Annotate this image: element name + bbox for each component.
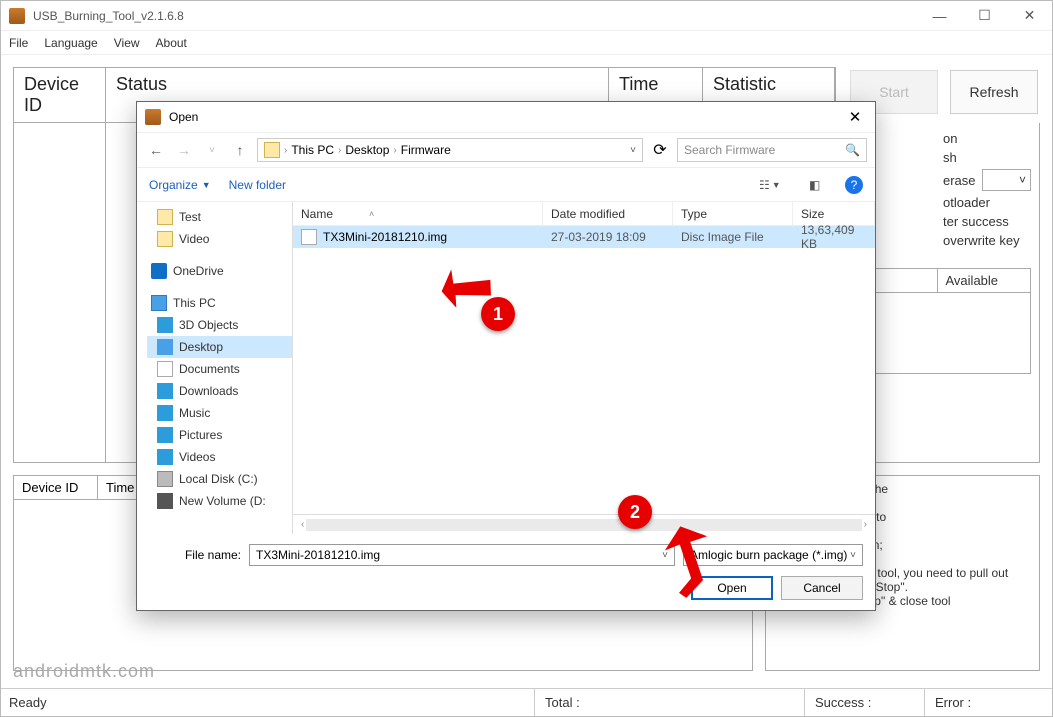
nav-tree[interactable]: TestVideo OneDrive This PC3D ObjectsDeskto…	[137, 202, 293, 534]
thispc-icon	[151, 295, 167, 311]
ext-icon	[157, 493, 173, 509]
status-ready: Ready	[9, 695, 534, 710]
open-dialog: Open ✕ ← → ˅ ↑ › This PC › Desktop › Fir…	[136, 101, 876, 611]
sort-asc-icon: ˄	[369, 209, 374, 219]
close-button[interactable]: ✕	[1007, 1, 1052, 31]
col-available: Available	[938, 269, 1031, 293]
tree-item-pictures[interactable]: Pictures	[147, 424, 292, 446]
tree-item-new-volume-d-[interactable]: New Volume (D:	[147, 490, 292, 512]
preview-pane-icon[interactable]: ◧	[809, 176, 827, 194]
filename-dd-icon[interactable]: ˅	[662, 550, 668, 561]
vid-icon	[157, 449, 173, 465]
mini-col-deviceid: Device ID	[14, 476, 98, 500]
statusbar: Ready Total : Success : Error :	[1, 688, 1052, 716]
nav-refresh-icon[interactable]: ⟳	[649, 139, 671, 161]
opt-text: sh	[943, 150, 957, 165]
file-row[interactable]: TX3Mini-20181210.img 27-03-2019 18:09 Di…	[293, 226, 875, 248]
cancel-button[interactable]: Cancel	[781, 576, 863, 600]
dialog-close-button[interactable]: ✕	[835, 102, 875, 132]
crumb-firmware[interactable]: Firmware	[401, 143, 451, 157]
erase-select-label: erase	[943, 173, 976, 188]
disk-icon	[157, 471, 173, 487]
folder-icon	[157, 231, 173, 247]
tree-item-desktop[interactable]: Desktop	[147, 336, 292, 358]
onedrive-icon	[151, 263, 167, 279]
col-name[interactable]: Name˄	[293, 202, 543, 225]
file-icon	[301, 229, 317, 245]
dialog-icon	[145, 109, 161, 125]
search-icon: 🔍	[845, 143, 860, 157]
new-folder-button[interactable]: New folder	[229, 178, 286, 192]
view-options-icon[interactable]: ☷ ▼	[759, 176, 791, 194]
tree-item-test[interactable]: Test	[147, 206, 292, 228]
breadcrumb[interactable]: › This PC › Desktop › Firmware ˅	[257, 138, 643, 162]
status-success: Success :	[804, 689, 924, 716]
window-title: USB_Burning_Tool_v2.1.6.8	[33, 9, 917, 23]
refresh-button[interactable]: Refresh	[950, 70, 1038, 114]
tree-item-this-pc[interactable]: This PC	[147, 292, 292, 314]
down-icon	[157, 383, 173, 399]
file-name-input[interactable]: TX3Mini-20181210.img˅	[249, 544, 675, 566]
tree-item-videos[interactable]: Videos	[147, 446, 292, 468]
crumb-this-pc[interactable]: This PC	[291, 143, 334, 157]
music-icon	[157, 405, 173, 421]
pic-icon	[157, 427, 173, 443]
opt-after-success: ter success	[943, 214, 1009, 229]
titlebar: USB_Burning_Tool_v2.1.6.8 — ☐ ✕	[1, 1, 1052, 31]
menu-view[interactable]: View	[114, 36, 140, 50]
scroll-left-icon[interactable]: ‹	[301, 519, 304, 530]
menu-about[interactable]: About	[156, 36, 187, 50]
app-icon	[9, 8, 25, 24]
col-device-id: Device ID	[14, 68, 106, 122]
nav-forward-icon[interactable]: →	[173, 139, 195, 161]
erase-select[interactable]: ˅	[982, 169, 1031, 191]
opt-bootloader: otloader	[943, 195, 990, 210]
crumb-desktop[interactable]: Desktop	[345, 143, 389, 157]
search-input[interactable]: Search Firmware 🔍	[677, 138, 867, 162]
tree-item-local-disk-c-[interactable]: Local Disk (C:)	[147, 468, 292, 490]
scroll-right-icon[interactable]: ›	[864, 519, 867, 530]
folder-icon	[157, 209, 173, 225]
folder-icon	[264, 142, 280, 158]
col-type[interactable]: Type	[673, 202, 793, 225]
tree-item-music[interactable]: Music	[147, 402, 292, 424]
help-icon[interactable]: ?	[845, 176, 863, 194]
col-size[interactable]: Size	[793, 202, 875, 225]
minimize-button[interactable]: —	[917, 1, 962, 31]
horizontal-scrollbar[interactable]: ‹ ›	[293, 514, 875, 534]
organize-button[interactable]: Organize ▼	[149, 178, 211, 192]
nav-up-icon[interactable]: ↑	[229, 139, 251, 161]
file-list: Name˄ Date modified Type Size TX3Mini-20…	[293, 202, 875, 534]
blue-icon	[157, 317, 173, 333]
tree-item-video[interactable]: Video	[147, 228, 292, 250]
watermark: androidmtk.com	[13, 661, 155, 682]
opt-overwrite: overwrite key	[943, 233, 1020, 248]
tree-item-downloads[interactable]: Downloads	[147, 380, 292, 402]
maximize-button[interactable]: ☐	[962, 1, 1007, 31]
open-button[interactable]: Open	[691, 576, 773, 600]
desktop-icon	[157, 339, 173, 355]
tree-item-onedrive[interactable]: OneDrive	[147, 260, 292, 282]
crumb-dropdown-icon[interactable]: ˅	[630, 145, 636, 156]
dialog-title: Open	[169, 110, 835, 124]
menubar: File Language View About	[1, 31, 1052, 55]
status-total: Total :	[534, 689, 804, 716]
menu-language[interactable]: Language	[44, 36, 97, 50]
opt-text: on	[943, 131, 957, 146]
nav-recent-icon[interactable]: ˅	[201, 139, 223, 161]
tree-item-3d-objects[interactable]: 3D Objects	[147, 314, 292, 336]
menu-file[interactable]: File	[9, 36, 28, 50]
status-error: Error :	[924, 689, 1044, 716]
doc-icon	[157, 361, 173, 377]
tree-item-documents[interactable]: Documents	[147, 358, 292, 380]
file-type-select[interactable]: Amlogic burn package (*.img)˅	[683, 544, 863, 566]
file-name-label: File name:	[149, 548, 241, 562]
nav-back-icon[interactable]: ←	[145, 139, 167, 161]
col-date[interactable]: Date modified	[543, 202, 673, 225]
